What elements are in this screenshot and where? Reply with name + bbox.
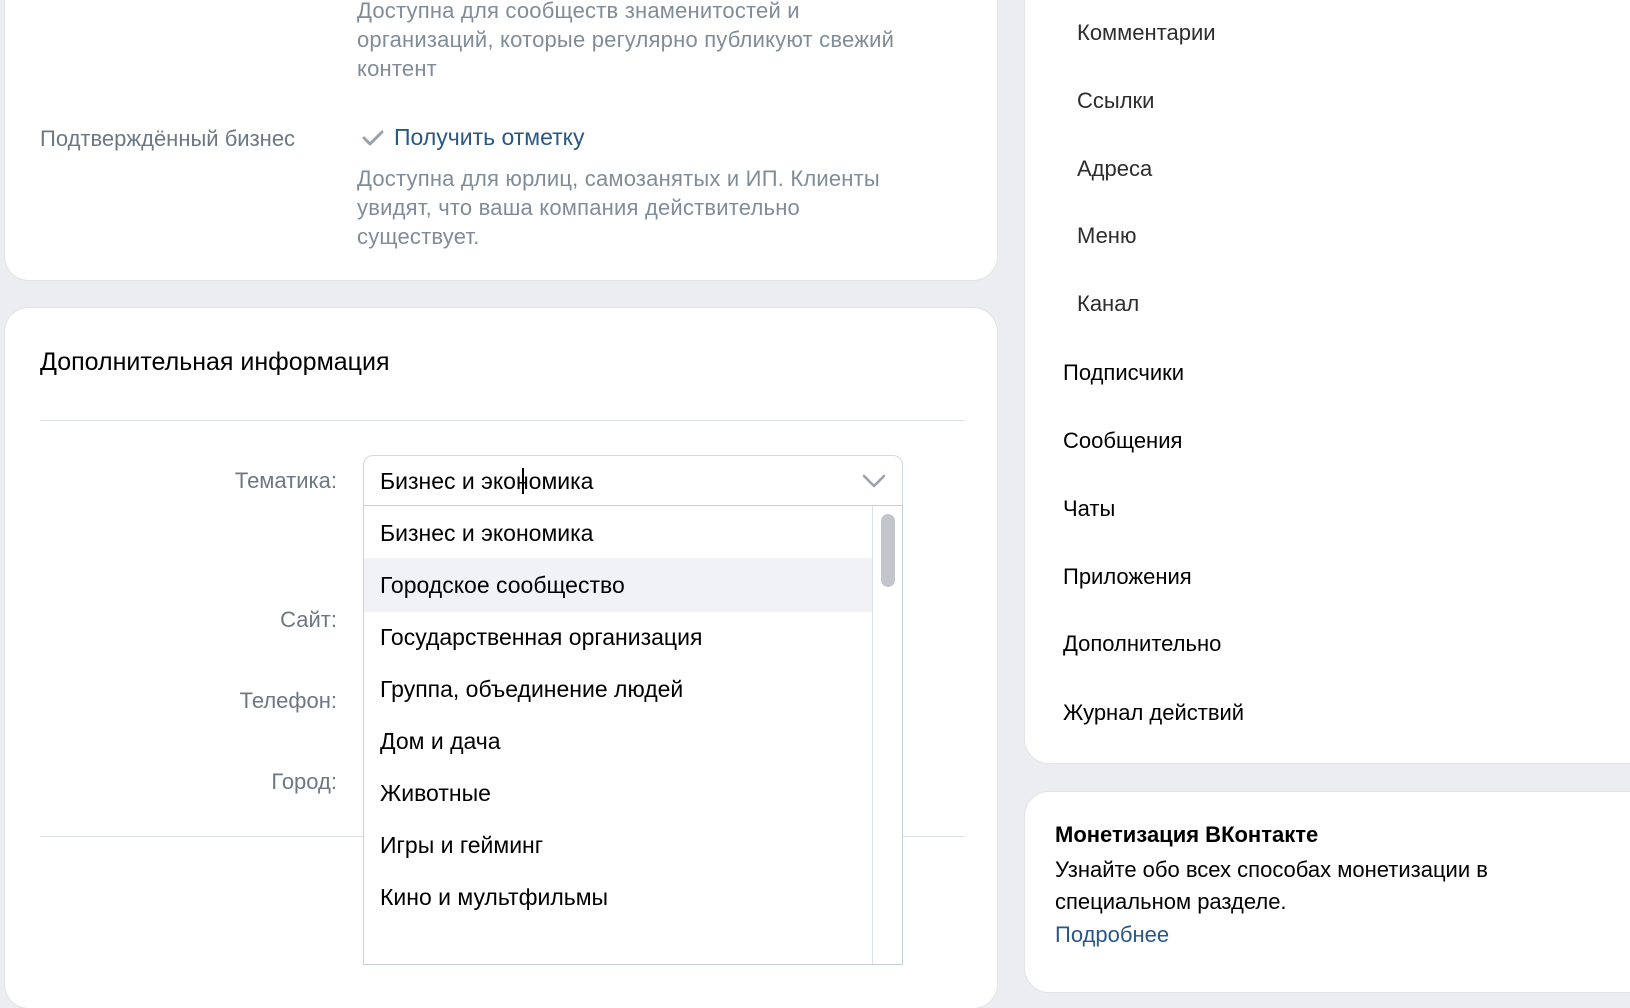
menu-item-addresses[interactable]: Адреса — [1077, 156, 1152, 182]
topic-select[interactable]: Бизнес и экономика — [363, 455, 903, 505]
topic-label: Тематика: — [234, 468, 337, 493]
menu-item-subscribers[interactable]: Подписчики — [1063, 360, 1184, 386]
menu-item-chats[interactable]: Чаты — [1063, 496, 1115, 522]
topic-dropdown-list[interactable]: Бизнес и экономика Городское сообщество … — [363, 505, 903, 965]
menu-item-additional[interactable]: Дополнительно — [1063, 631, 1221, 657]
menu-item-links[interactable]: Ссылки — [1077, 88, 1154, 114]
verification-card: Доступна для сообществ знаменитостей и о… — [5, 0, 997, 280]
city-label: Город: — [271, 769, 337, 794]
topic-option[interactable]: Игры и гейминг — [364, 818, 873, 872]
verified-business-label: Подтверждённый бизнес — [40, 126, 296, 151]
topic-option[interactable]: Городское сообщество — [364, 558, 873, 612]
topic-option[interactable]: Бизнес и экономика — [364, 506, 873, 560]
menu-item-apps[interactable]: Приложения — [1063, 564, 1192, 590]
menu-item-channel[interactable]: Канал — [1077, 291, 1139, 317]
menu-item-action-log[interactable]: Журнал действий — [1063, 700, 1244, 726]
chevron-down-icon[interactable] — [862, 474, 886, 493]
monetization-text: Узнайте обо всех способах монетизации в … — [1055, 857, 1488, 914]
settings-menu-card: Комментарии Ссылки Адреса Меню Канал Под… — [1025, 0, 1630, 763]
divider — [40, 420, 965, 421]
menu-item-menu[interactable]: Меню — [1077, 223, 1136, 249]
verification-description: Доступна для сообществ знаменитостей и о… — [357, 0, 895, 81]
monetization-link[interactable]: Подробнее — [1055, 922, 1169, 948]
menu-item-comments[interactable]: Комментарии — [1077, 20, 1216, 46]
monetization-title: Монетизация ВКонтакте — [1055, 822, 1319, 847]
business-description: Доступна для юрлиц, самозанятых и ИП. Кл… — [357, 166, 880, 249]
get-mark-link[interactable]: Получить отметку — [362, 124, 585, 151]
text-caret — [522, 468, 524, 494]
site-label: Сайт: — [280, 607, 337, 632]
topic-option[interactable]: Животные — [364, 766, 873, 820]
checkmark-icon — [362, 129, 384, 147]
dropdown-scrollbar[interactable] — [872, 506, 902, 964]
additional-info-card: Дополнительная информация Тематика: Сайт… — [5, 308, 997, 1008]
section-title: Дополнительная информация — [40, 348, 390, 376]
topic-option[interactable]: Группа, объединение людей — [364, 662, 873, 716]
get-mark-label: Получить отметку — [394, 124, 585, 150]
phone-label: Телефон: — [239, 688, 337, 713]
scrollbar-thumb[interactable] — [881, 514, 895, 587]
topic-select-value[interactable]: Бизнес и экономика — [380, 468, 593, 495]
topic-option[interactable]: Кино и мультфильмы — [364, 870, 873, 924]
topic-option[interactable]: Государственная организация — [364, 610, 873, 664]
monetization-card: Монетизация ВКонтакте Узнайте обо всех с… — [1025, 792, 1630, 992]
topic-option[interactable]: Дом и дача — [364, 714, 873, 768]
menu-item-messages[interactable]: Сообщения — [1063, 428, 1182, 454]
